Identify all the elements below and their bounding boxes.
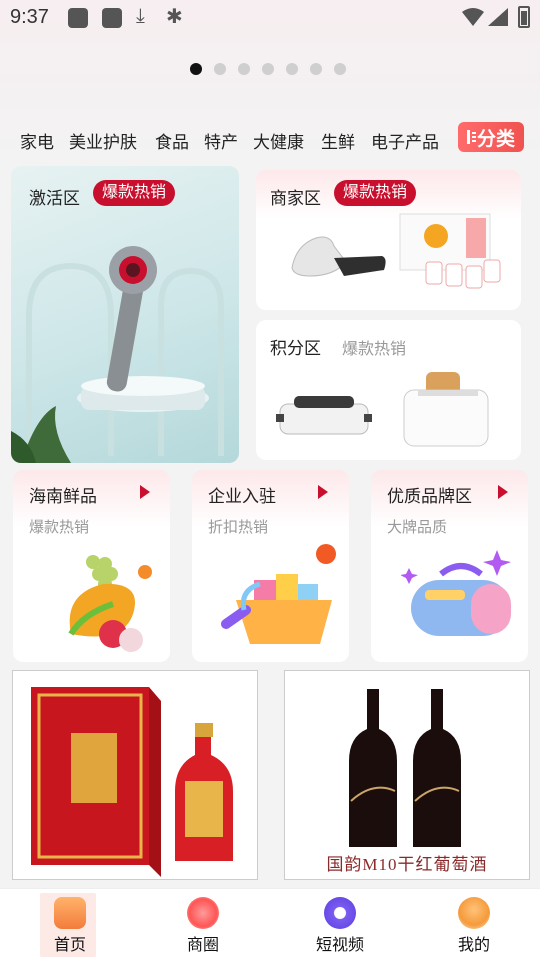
product-card-wine[interactable]: 国韵M10干红葡萄酒 [284, 670, 530, 880]
banner-pagination[interactable] [190, 63, 350, 77]
category-button[interactable]: 分类 [458, 122, 524, 152]
nav-mine[interactable]: 我的 [434, 889, 514, 960]
nav-label: 短视频 [315, 937, 364, 954]
mini-card-subtitle: 大牌品质 [387, 519, 448, 536]
notification-icon [102, 8, 122, 28]
hair-dryer-image [11, 246, 224, 463]
nav-business-circle[interactable]: 商圈 [163, 889, 243, 960]
nav-label: 商圈 [186, 937, 219, 954]
status-time: 9:37 [10, 6, 49, 28]
zone-title: 积分区 [270, 339, 321, 358]
category-tab[interactable]: 食品 [155, 128, 189, 153]
banner-dot[interactable] [262, 63, 274, 75]
nav-short-video[interactable]: 短视频 [300, 889, 380, 960]
bottom-nav: 首页 商圈 短视频 我的 [0, 888, 540, 960]
mini-card-title: 企业入驻 [208, 487, 276, 506]
mini-card-title: 优质品牌区 [387, 487, 472, 506]
product-card-baijiu[interactable] [12, 670, 258, 880]
debug-icon: ✱ [166, 6, 183, 28]
nav-label: 首页 [53, 937, 86, 954]
notification-icon [68, 8, 88, 28]
mini-card-enterprise[interactable]: 企业入驻 折扣热销 [192, 470, 349, 662]
mini-card-brand[interactable]: 优质品牌区 大牌品质 [371, 470, 528, 662]
home-icon [54, 897, 86, 929]
shopping-basket-image [221, 544, 336, 644]
product-image [291, 236, 386, 277]
product-image [399, 213, 501, 289]
hot-badge: 爆款热销 [334, 180, 417, 206]
fruit-image [68, 555, 152, 652]
product-caption: 国韵M10干红葡萄酒 [326, 855, 488, 874]
zone-title: 激活区 [29, 189, 80, 208]
gift-icon [187, 897, 219, 929]
category-button-label: 分类 [476, 128, 515, 150]
mini-card-hainan[interactable]: 海南鲜品 爆款热销 [13, 470, 170, 662]
nav-home[interactable]: 首页 [30, 889, 110, 960]
banner-dot[interactable] [214, 63, 226, 75]
download-icon: ⤓ [136, 5, 145, 27]
video-reel-icon [324, 897, 356, 929]
category-tab[interactable]: 家电 [20, 128, 54, 153]
banner-dot[interactable] [310, 63, 322, 75]
mini-card-subtitle: 爆款热销 [29, 519, 90, 536]
zone-activation-card[interactable]: 激活区 爆款热销 [11, 166, 239, 463]
arrow-right-icon [140, 485, 150, 499]
mini-card-title: 海南鲜品 [29, 487, 97, 506]
user-icon [458, 897, 490, 929]
toaster-image [403, 372, 489, 447]
red-wine-image [349, 689, 461, 847]
baijiu-image [31, 687, 233, 877]
signal-icon [488, 8, 508, 26]
electric-grill-image [276, 396, 372, 435]
list-icon [466, 130, 476, 144]
wifi-icon [462, 8, 484, 26]
category-tab[interactable]: 美业护肤 [69, 128, 137, 153]
arrow-right-icon [318, 485, 328, 499]
arrow-right-icon [498, 485, 508, 499]
banner-dot[interactable] [334, 63, 346, 75]
battery-icon [518, 6, 530, 28]
zone-merchant-card[interactable]: 商家区 爆款热销 [256, 170, 521, 310]
zone-title: 商家区 [270, 189, 321, 208]
nav-label: 我的 [457, 937, 490, 954]
zone-subtitle: 爆款热销 [342, 341, 407, 358]
hot-badge: 爆款热销 [93, 180, 176, 206]
banner-dot[interactable] [238, 63, 250, 75]
banner-dot[interactable] [286, 63, 298, 75]
status-bar: 9:37 ⤓ ✱ [0, 0, 540, 38]
category-tab[interactable]: 大健康 [253, 128, 304, 153]
category-tab[interactable]: 特产 [204, 128, 238, 153]
mini-card-subtitle: 折扣热销 [208, 519, 269, 536]
travel-bag-image [401, 550, 511, 636]
category-tab[interactable]: 生鲜 [321, 128, 355, 153]
banner-dot[interactable] [190, 63, 202, 75]
zone-points-card[interactable]: 积分区 爆款热销 [256, 320, 521, 460]
category-tab[interactable]: 电子产品 [371, 128, 439, 153]
